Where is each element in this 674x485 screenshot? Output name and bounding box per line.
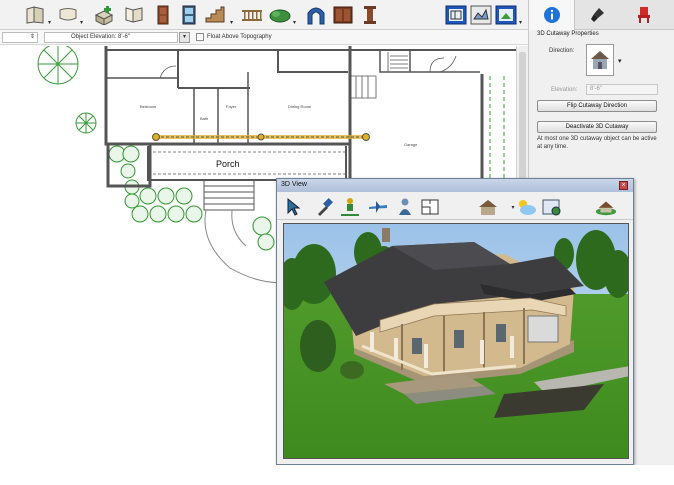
3d-render-viewport[interactable] xyxy=(283,223,629,459)
float-above-topography-label: Float Above Topography xyxy=(207,34,272,40)
flip-cutaway-button[interactable]: Flip Cutaway Direction xyxy=(537,100,657,112)
dropper-icon[interactable] xyxy=(313,196,335,218)
app-window: ▾ ▾ ▾ ▾ ▾ ⇕ Object Elevation: 8'-6" ▾ Fl… xyxy=(0,0,674,485)
object-elevation-field[interactable]: Object Elevation: 8'-6" xyxy=(44,32,178,43)
panel-header: 3D Cutaway Properties xyxy=(537,31,599,37)
window-tool-icon[interactable] xyxy=(123,4,145,26)
elevation-input: 8'-6" xyxy=(586,84,658,95)
elevation-label: Elevation: xyxy=(551,87,578,93)
value-spinner[interactable]: ⇕ xyxy=(2,32,38,43)
select-arrow-icon[interactable] xyxy=(283,196,305,218)
chevron-down-icon[interactable]: ▾ xyxy=(519,20,525,26)
cutaway-line xyxy=(152,133,370,141)
cabinet-tool-icon[interactable] xyxy=(57,4,79,26)
tab-paint[interactable] xyxy=(575,0,621,30)
cabinet-door-icon[interactable] xyxy=(332,4,354,26)
view-plan-icon[interactable] xyxy=(445,4,467,26)
camera-person-icon[interactable] xyxy=(394,196,416,218)
walk-person-icon[interactable] xyxy=(339,196,361,218)
arch-icon[interactable] xyxy=(305,4,327,26)
room-label-garage: Garage xyxy=(404,142,418,147)
close-button[interactable]: × xyxy=(619,181,628,190)
shrub-icon[interactable] xyxy=(269,4,291,26)
window-title: 3D View xyxy=(281,181,307,188)
float-above-topography-checkbox[interactable] xyxy=(196,33,204,41)
sun-weather-icon[interactable] xyxy=(515,196,537,218)
house-direction-icon xyxy=(591,51,609,69)
panel-tabs xyxy=(529,0,674,30)
tab-furnishing[interactable] xyxy=(621,0,667,30)
house-view-icon[interactable] xyxy=(477,196,499,218)
chevron-down-icon[interactable]: ▾ xyxy=(48,20,54,26)
fly-plane-icon[interactable] xyxy=(367,196,389,218)
tab-info[interactable] xyxy=(529,0,575,30)
column-icon[interactable] xyxy=(359,4,381,26)
bottom-strip xyxy=(0,465,674,485)
chevron-down-icon[interactable]: ▾ xyxy=(230,20,236,26)
main-toolbar: ▾ ▾ ▾ ▾ ▾ xyxy=(0,0,528,30)
stair-tool-icon[interactable] xyxy=(93,4,115,26)
steps-icon[interactable] xyxy=(204,4,226,26)
room-label-foyer: Foyer xyxy=(226,104,237,109)
info-icon xyxy=(543,7,560,23)
chevron-down-icon[interactable]: ▾ xyxy=(618,57,622,65)
tree-symbol xyxy=(37,46,97,134)
railing-icon[interactable] xyxy=(241,4,263,26)
view-3d-icon[interactable] xyxy=(495,4,517,26)
room-label-dining: Dining Room xyxy=(288,104,312,109)
3d-view-toolbar: ▾ xyxy=(277,192,633,220)
chevron-down-icon[interactable]: ▾ xyxy=(80,20,86,26)
chevron-down-icon[interactable]: ▾ xyxy=(293,20,299,26)
house-render xyxy=(284,224,628,458)
door-tool-icon[interactable] xyxy=(152,4,174,26)
chair-icon xyxy=(638,7,650,23)
render-settings-icon[interactable] xyxy=(541,196,563,218)
paint-brush-icon xyxy=(591,8,604,22)
window-titlebar[interactable]: 3D View × xyxy=(277,179,633,192)
room-label-bedroom: Bedroom xyxy=(140,104,157,109)
direction-selector[interactable] xyxy=(586,44,614,76)
options-bar: ⇕ Object Elevation: 8'-6" ▾ Float Above … xyxy=(0,30,528,45)
porch-label: Porch xyxy=(216,159,240,169)
house-landscape-icon[interactable] xyxy=(595,196,617,218)
room-label-bath: Bath xyxy=(200,116,208,121)
direction-label: Direction: xyxy=(549,48,575,54)
deactivate-cutaway-button[interactable]: Deactivate 3D Cutaway xyxy=(537,121,657,133)
view-elevation-icon[interactable] xyxy=(470,4,492,26)
floor-plan-icon[interactable] xyxy=(419,196,441,218)
wall-tool-icon[interactable] xyxy=(24,4,46,26)
cutaway-note: At most one 3D cutaway object can be act… xyxy=(537,136,657,150)
elevation-dropdown-button[interactable]: ▾ xyxy=(179,32,190,43)
3d-view-window: 3D View × ▾ xyxy=(276,178,634,465)
window-pane-icon[interactable] xyxy=(178,4,200,26)
